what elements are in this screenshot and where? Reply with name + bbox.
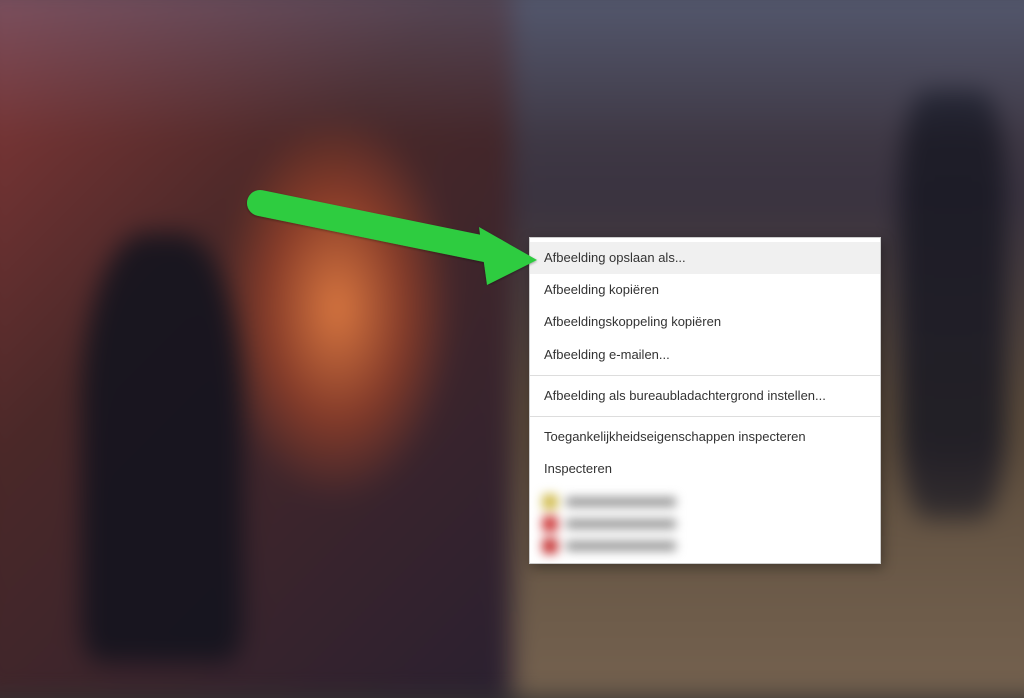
menu-item-inspect-accessibility[interactable]: Toegankelijkheidseigenschappen inspecter… (530, 421, 880, 453)
menu-separator (530, 416, 880, 417)
menu-item-copy-image-link[interactable]: Afbeeldingskoppeling kopiëren (530, 306, 880, 338)
blurred-menu-items (530, 485, 880, 559)
menu-item-inspect[interactable]: Inspecteren (530, 453, 880, 485)
menu-item-label: Afbeelding kopiëren (544, 282, 659, 297)
menu-item-save-image-as[interactable]: Afbeelding opslaan als... (530, 242, 880, 274)
menu-item-copy-image[interactable]: Afbeelding kopiëren (530, 274, 880, 306)
menu-separator (530, 375, 880, 376)
menu-item-label: Afbeelding als bureaubladachtergrond ins… (544, 388, 826, 403)
image-context-menu: Afbeelding opslaan als... Afbeelding kop… (529, 237, 881, 564)
menu-item-label: Afbeelding opslaan als... (544, 250, 686, 265)
menu-item-email-image[interactable]: Afbeelding e-mailen... (530, 339, 880, 371)
menu-item-label: Inspecteren (544, 461, 612, 476)
menu-item-set-as-desktop-background[interactable]: Afbeelding als bureaubladachtergrond ins… (530, 380, 880, 412)
menu-item-label: Toegankelijkheidseigenschappen inspecter… (544, 429, 806, 444)
menu-item-label: Afbeelding e-mailen... (544, 347, 670, 362)
menu-item-label: Afbeeldingskoppeling kopiëren (544, 314, 721, 329)
